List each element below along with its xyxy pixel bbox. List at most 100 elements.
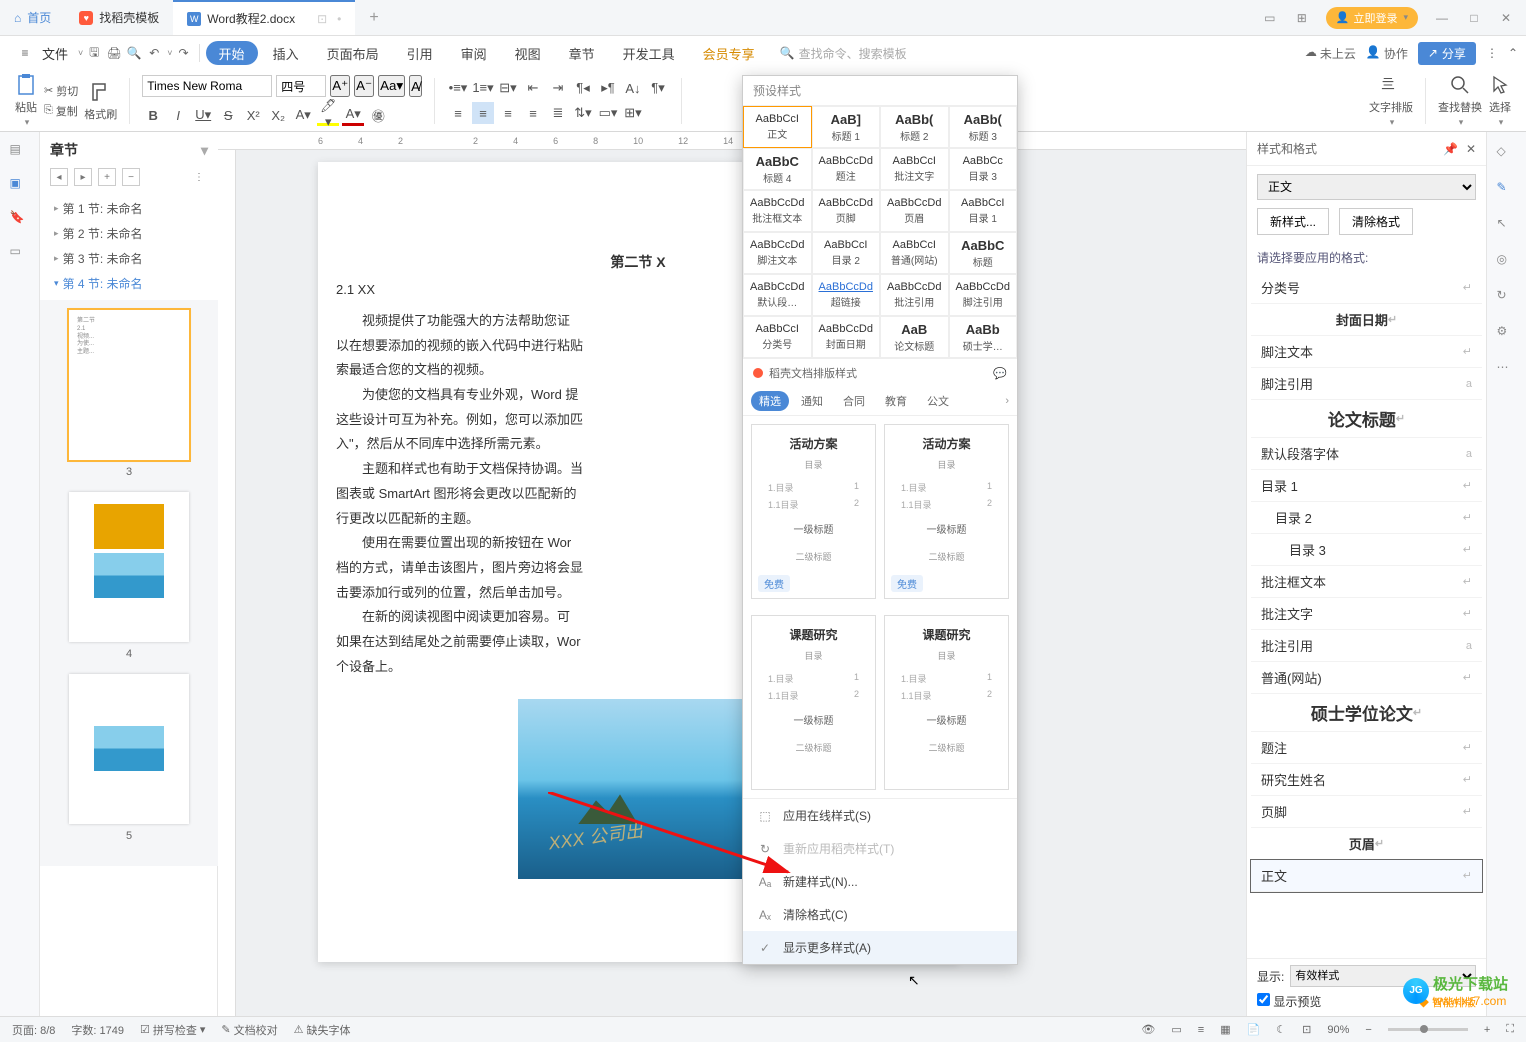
thumb-panel[interactable]: 第二节2.1视频...为使...主题...345 (40, 300, 218, 866)
style-list-item[interactable]: 目录 1↵ (1251, 470, 1482, 502)
copy-button[interactable]: ⎘复制 (44, 102, 78, 120)
styles-list[interactable]: 分类号↵封面日期↵脚注文本↵脚注引用a论文标题↵默认段落字体a目录 1↵目录 2… (1247, 272, 1486, 958)
coop-button[interactable]: 👤协作 (1366, 45, 1408, 62)
nav-more-button[interactable]: ⋮ (190, 168, 208, 186)
close-button[interactable]: ✕ (1498, 10, 1514, 26)
cut-button[interactable]: ✂剪切 (44, 82, 78, 100)
minimize-button[interactable]: — (1434, 10, 1450, 26)
subscript-button[interactable]: X₂ (267, 104, 289, 126)
view-web-icon[interactable]: ▦ (1220, 1023, 1230, 1036)
zoom-slider[interactable] (1388, 1028, 1468, 1031)
maximize-button[interactable]: □ (1466, 10, 1482, 26)
menu-tab-start[interactable]: 开始 (206, 41, 258, 65)
align-distribute-button[interactable]: ≣ (547, 102, 569, 124)
layout-icon-1[interactable]: ▭ (1262, 10, 1278, 26)
style-list-item[interactable]: 批注文字↵ (1251, 598, 1482, 630)
rail-bookmark-icon[interactable]: 🔖 (10, 210, 30, 230)
docer-template[interactable]: 课题研究目录1.目录11.1目录2一级标题二级标题 (751, 615, 876, 790)
chat-icon[interactable]: 💬 (993, 367, 1007, 380)
tab-document[interactable]: WWord教程2.docx⊡• (173, 0, 355, 35)
show-marks-button[interactable]: ¶▾ (647, 77, 669, 99)
align-justify-button[interactable]: ≡ (522, 102, 544, 124)
nav-next-button[interactable]: ▸ (74, 168, 92, 186)
zoom-level[interactable]: 90% (1327, 1024, 1349, 1036)
rail-diamond-icon[interactable]: ◇ (1497, 144, 1517, 164)
style-menu-item[interactable]: Aₓ清除格式(C) (743, 898, 1017, 931)
spell-check[interactable]: ☑ 拼写检查 ▾ (140, 1022, 205, 1038)
indent-dec-button[interactable]: ⇤ (522, 77, 544, 99)
style-list-item[interactable]: 批注引用a (1251, 630, 1482, 662)
ruler-horizontal[interactable]: 6422468101214 (218, 132, 1246, 150)
docer-tab[interactable]: 合同 (835, 391, 873, 411)
indent-inc-button[interactable]: ⇥ (547, 77, 569, 99)
menu-tab-view[interactable]: 视图 (502, 36, 554, 70)
rail-settings-icon[interactable]: ⚙ (1497, 324, 1517, 344)
view-outline-icon[interactable]: ≡ (1198, 1024, 1204, 1036)
login-button[interactable]: 👤立即登录▾ (1326, 7, 1418, 29)
multilevel-button[interactable]: ⊟▾ (497, 77, 519, 99)
font-family-select[interactable] (142, 75, 272, 97)
style-list-item[interactable]: 目录 2↵ (1251, 502, 1482, 534)
view-page-icon[interactable]: ▭ (1171, 1023, 1181, 1036)
tab-add[interactable]: + (355, 0, 392, 35)
nav-section-item[interactable]: 第 1 节: 未命名 (48, 196, 210, 221)
new-style-button[interactable]: 新样式... (1257, 208, 1329, 235)
page-thumbnail[interactable] (69, 674, 189, 824)
style-preset-cell[interactable]: AaBbCcI目录 1 (949, 190, 1018, 232)
nav-section-item[interactable]: 第 4 节: 未命名 (48, 271, 210, 296)
docer-tab[interactable]: 公文 (919, 391, 957, 411)
night-mode-icon[interactable]: ☾ (1276, 1023, 1286, 1036)
style-list-item[interactable]: 目录 3↵ (1251, 534, 1482, 566)
select-button[interactable]: 选择▾ (1488, 73, 1512, 128)
style-preset-cell[interactable]: AaBbCcDd脚注文本 (743, 232, 812, 274)
rail-pen-icon[interactable]: ✎ (1497, 180, 1517, 200)
document-area[interactable]: 6422468101214 第二节 X 2.1 XX 视频提供了功能强大的方法帮… (218, 132, 1246, 1016)
rail-outline-icon[interactable]: ▤ (10, 142, 30, 162)
menu-tab-reference[interactable]: 引用 (394, 36, 446, 70)
style-preset-cell[interactable]: AaBb(标题 3 (949, 106, 1018, 148)
reading-mode-icon[interactable]: 👁 (1141, 1023, 1155, 1036)
style-list-item[interactable]: 研究生姓名↵ (1251, 764, 1482, 796)
bullets-button[interactable]: •≡▾ (447, 77, 469, 99)
save-icon[interactable]: 🖫 (85, 44, 103, 62)
page-thumbnail[interactable] (69, 492, 189, 642)
tab-menu-icon[interactable]: ⊡ (317, 12, 327, 26)
menu-icon[interactable]: ≡ (16, 44, 34, 62)
fullscreen-icon[interactable]: ⛶ (1506, 1023, 1514, 1036)
cloud-status[interactable]: ☁未上云 (1305, 45, 1356, 62)
menu-tab-review[interactable]: 审阅 (448, 36, 500, 70)
font-size-select[interactable] (276, 75, 326, 97)
file-menu[interactable]: 文件 (42, 44, 68, 63)
style-preset-cell[interactable]: AaB论文标题 (880, 316, 949, 358)
style-preset-cell[interactable]: AaBbCcDd页脚 (812, 190, 881, 232)
style-preset-cell[interactable]: AaBbCcDd超链接 (812, 274, 881, 316)
pin-icon[interactable]: 📌 (1443, 142, 1458, 156)
dropdown-icon[interactable]: • (337, 12, 341, 26)
style-list-item[interactable]: 脚注引用a (1251, 368, 1482, 400)
highlight-button[interactable]: 🖊▾ (317, 104, 339, 126)
tab-docer[interactable]: ♥找稻壳模板 (65, 0, 173, 35)
superscript-button[interactable]: X² (242, 104, 264, 126)
change-case-button[interactable]: Aa▾ (378, 75, 405, 97)
rail-slide-icon[interactable]: ▭ (10, 244, 30, 264)
style-preset-cell[interactable]: AaBbCcDd封面日期 (812, 316, 881, 358)
format-painter-button[interactable]: 格式刷 (84, 80, 117, 122)
style-preset-cell[interactable]: AaBb硕士学… (949, 316, 1018, 358)
docer-template[interactable]: 活动方案目录1.目录11.1目录2一级标题二级标题免费 (751, 424, 876, 599)
rail-refresh-icon[interactable]: ↻ (1497, 288, 1517, 308)
view-print-icon[interactable]: 📄 (1247, 1023, 1261, 1036)
style-list-item[interactable]: 题注↵ (1251, 732, 1482, 764)
nav-section-item[interactable]: 第 2 节: 未命名 (48, 221, 210, 246)
clear-format-button[interactable]: 清除格式 (1339, 208, 1413, 235)
nav-prev-button[interactable]: ◂ (50, 168, 68, 186)
line-spacing-button[interactable]: ⇅▾ (572, 102, 594, 124)
style-preset-cell[interactable]: AaBbCcDd默认段… (743, 274, 812, 316)
text-layout-button[interactable]: 亖文字排版▾ (1369, 73, 1413, 128)
style-menu-item[interactable]: ⬚应用在线样式(S) (743, 799, 1017, 832)
docer-tab[interactable]: 通知 (793, 391, 831, 411)
command-search[interactable]: 🔍查找命令、搜索模板 (780, 45, 907, 62)
style-list-item[interactable]: 脚注文本↵ (1251, 336, 1482, 368)
rail-target-icon[interactable]: ◎ (1497, 252, 1517, 272)
style-preset-cell[interactable]: AaBbCcDd批注框文本 (743, 190, 812, 232)
nav-close-icon[interactable]: ▾ (201, 142, 208, 159)
